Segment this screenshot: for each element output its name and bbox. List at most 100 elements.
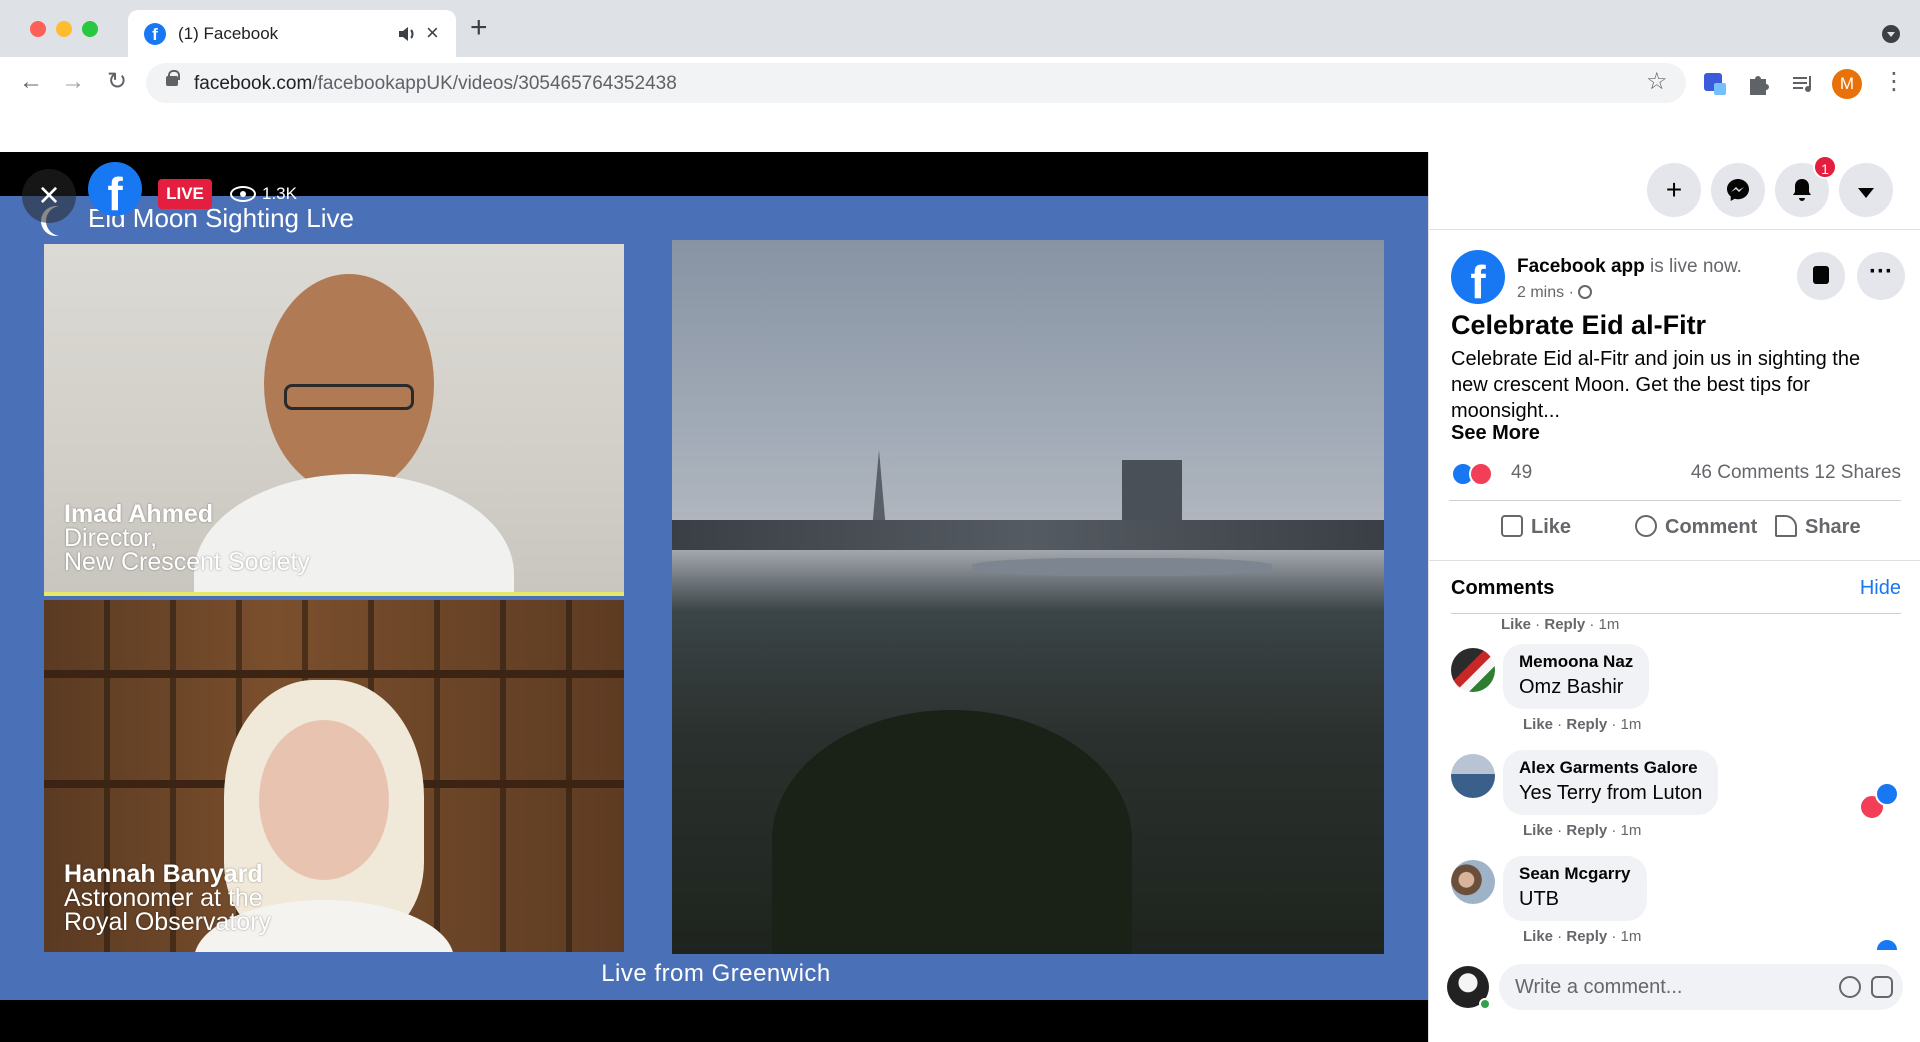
address-bar[interactable]: facebook.com/facebookappUK/videos/305465… xyxy=(146,63,1686,103)
notifications-button[interactable]: 1 xyxy=(1775,155,1837,217)
forward-icon[interactable]: → xyxy=(58,67,88,97)
speaker1-lower-third: Imad Ahmed Director, New Crescent Societ… xyxy=(64,500,310,576)
speaker-face xyxy=(259,720,389,880)
hide-comments-link[interactable]: Hide xyxy=(1860,577,1901,600)
sticker-icon[interactable] xyxy=(1871,976,1893,998)
comment-text: Yes Terry from Luton xyxy=(1519,782,1703,804)
speaker2-lower-third: Hannah Banyard Astronomer at the Royal O… xyxy=(64,860,272,936)
online-status-dot xyxy=(1479,998,1491,1010)
comment-bubble: Sean Mcgarry UTB xyxy=(1503,856,1647,921)
media-controls-icon[interactable] xyxy=(1790,71,1816,97)
post-body: Celebrate Eid al-Fitr and join us in sig… xyxy=(1451,348,1861,422)
browser-toolbar: ← → ↻ facebook.com/facebookappUK/videos/… xyxy=(0,57,1920,109)
commenter-avatar[interactable] xyxy=(1451,860,1495,904)
lock-icon xyxy=(166,70,180,86)
glasses xyxy=(284,384,414,410)
close-video-button[interactable]: × xyxy=(22,169,76,223)
window-minimize-button[interactable] xyxy=(56,21,72,37)
emoji-icon[interactable] xyxy=(1839,976,1861,998)
like-icon xyxy=(1501,515,1523,537)
post-author[interactable]: Facebook app xyxy=(1517,256,1645,277)
window-close-button[interactable] xyxy=(30,21,46,37)
eye-icon xyxy=(230,186,256,202)
commenter-name[interactable]: Alex Garments Galore xyxy=(1519,758,1702,778)
messenger-icon xyxy=(1727,179,1749,201)
commenter-avatar[interactable] xyxy=(1451,648,1495,692)
speaker-video-imad: Imad Ahmed Director, New Crescent Societ… xyxy=(44,244,624,596)
comment-meta: Like · Reply · 1m xyxy=(1523,716,1642,733)
love-reaction-icon[interactable] xyxy=(1469,462,1493,486)
live-badge: LIVE xyxy=(158,179,212,209)
browser-tabbar: f (1) Facebook × + xyxy=(0,0,1920,57)
tab-title: (1) Facebook xyxy=(178,24,279,43)
comment-text: Omz Bashir xyxy=(1519,676,1624,698)
comment-icon xyxy=(1635,515,1657,537)
messenger-button[interactable] xyxy=(1711,163,1765,217)
extension-icon[interactable] xyxy=(1702,71,1728,97)
river-thames xyxy=(972,558,1272,576)
comment-button[interactable]: Comment xyxy=(1635,515,1757,539)
notification-count-badge: 1 xyxy=(1813,155,1837,179)
comment-like-reaction-icon[interactable] xyxy=(1875,938,1899,950)
viewer-count: 1.3K xyxy=(226,179,297,209)
reactions-bar: 49 46 Comments 12 Shares xyxy=(1451,458,1901,488)
commenter-name[interactable]: Sean Mcgarry xyxy=(1519,864,1631,884)
post-actions: Like Comment Share xyxy=(1449,500,1901,558)
speaker-icon[interactable] xyxy=(396,23,418,45)
comment-meta: Like · Reply · 1m xyxy=(1501,618,1620,633)
tree-canopy xyxy=(772,710,1132,954)
post-meta: 2 mins · xyxy=(1517,284,1592,302)
save-icon[interactable] xyxy=(1797,252,1845,300)
caret-down-icon xyxy=(1858,188,1874,198)
url-text[interactable]: facebook.com/facebookappUK/videos/305465… xyxy=(194,73,677,95)
comments-list[interactable]: Like · Reply · 1m Memoona Naz Omz Bashir… xyxy=(1429,618,1920,950)
speaker-video-hannah: Hannah Banyard Astronomer at the Royal O… xyxy=(44,600,624,952)
reaction-count[interactable]: 49 xyxy=(1511,462,1532,484)
account-menu-button[interactable] xyxy=(1839,163,1893,217)
comment-meta: Like · Reply · 1m xyxy=(1523,928,1642,945)
profile-avatar[interactable]: M xyxy=(1832,69,1862,99)
see-more-link[interactable]: See More xyxy=(1451,422,1540,445)
shard-building xyxy=(872,450,886,530)
browser-tab[interactable]: f (1) Facebook × xyxy=(128,10,456,57)
globe-icon xyxy=(1577,285,1592,299)
like-button[interactable]: Like xyxy=(1501,515,1571,539)
commenter-avatar[interactable] xyxy=(1451,754,1495,798)
share-icon xyxy=(1775,515,1797,537)
comment-text: UTB xyxy=(1519,888,1559,910)
page-avatar[interactable]: f xyxy=(1451,250,1505,308)
new-tab-button[interactable]: + xyxy=(470,13,488,43)
browser-menu-icon[interactable]: ⋮ xyxy=(1882,67,1906,97)
post-sidebar: + 1 f Facebook app is live now. 2 mins ·… xyxy=(1428,152,1920,1042)
extensions-puzzle-icon[interactable] xyxy=(1746,71,1772,97)
bell-icon xyxy=(1793,179,1811,201)
broadcast-stage: Eid Moon Sighting Live Imad Ahmed Direct… xyxy=(0,196,1428,1000)
tab-close-icon[interactable]: × xyxy=(426,20,439,46)
greenwich-skyline-video xyxy=(672,240,1384,954)
video-player[interactable]: Eid Moon Sighting Live Imad Ahmed Direct… xyxy=(0,152,1428,1042)
facebook-favicon-icon: f xyxy=(144,23,166,45)
comment-meta: Like · Reply · 1m xyxy=(1523,822,1642,839)
window-zoom-button[interactable] xyxy=(82,21,98,37)
post-title: Celebrate Eid al-Fitr xyxy=(1451,310,1707,340)
comments-shares-count[interactable]: 46 Comments 12 Shares xyxy=(1691,462,1901,484)
comment-item: Alex Garments Galore Yes Terry from Luto… xyxy=(1451,750,1901,850)
comment-bubble: Alex Garments Galore Yes Terry from Luto… xyxy=(1503,750,1719,815)
share-button[interactable]: Share xyxy=(1775,515,1861,539)
comment-like-reaction-icon[interactable] xyxy=(1875,782,1899,806)
comment-bubble: Memoona Naz Omz Bashir xyxy=(1503,644,1650,709)
comment-item: Sean Mcgarry UTB Like · Reply · 1m xyxy=(1451,856,1901,950)
comment-item: Memoona Naz Omz Bashir Like · Reply · 1m xyxy=(1451,644,1901,744)
comments-header: Comments Hide xyxy=(1429,560,1920,614)
comment-composer xyxy=(1429,950,1920,1042)
stage-footer: Live from Greenwich xyxy=(601,960,831,987)
bookmark-star-icon[interactable]: ☆ xyxy=(1646,67,1668,96)
create-plus-icon[interactable]: + xyxy=(1647,163,1701,217)
commenter-name[interactable]: Memoona Naz xyxy=(1519,652,1633,672)
back-icon[interactable]: ← xyxy=(16,67,46,97)
tab-search-icon[interactable] xyxy=(1882,25,1900,43)
more-icon[interactable]: ··· xyxy=(1857,252,1905,300)
post-author-line: Facebook app is live now. xyxy=(1517,256,1742,277)
reload-icon[interactable]: ↻ xyxy=(102,67,132,97)
facebook-logo-icon[interactable]: f xyxy=(88,162,142,220)
